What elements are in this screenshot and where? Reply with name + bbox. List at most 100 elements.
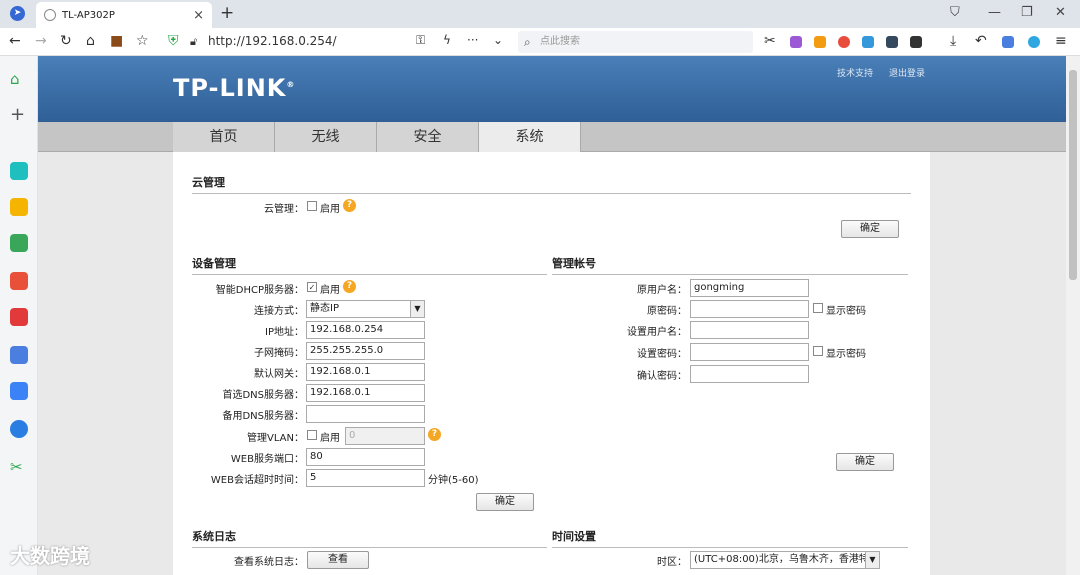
browser-nav-bar: ← → ↻ ⌂ ■ ☆ ⛨ 🔓︎ http://192.168.0.254/ ⚿… bbox=[0, 28, 1080, 56]
sidebar-video-icon[interactable] bbox=[10, 308, 28, 326]
download-icon[interactable]: ⤓ bbox=[950, 33, 956, 49]
flash-icon[interactable]: ϟ bbox=[443, 33, 451, 47]
old-pass-field[interactable] bbox=[690, 300, 809, 318]
dropdown-icon[interactable]: ⌄ bbox=[493, 33, 503, 47]
dns1-field[interactable]: 192.168.0.1 bbox=[306, 384, 425, 402]
page-scrollbar[interactable] bbox=[1066, 56, 1080, 575]
watermark: 大数跨境 bbox=[10, 544, 90, 568]
router-nav-tabs: 首页 无线 安全 系统 bbox=[38, 122, 1066, 152]
show-pass-checkbox[interactable] bbox=[813, 303, 823, 313]
confirm-pass-label: 确认密码： bbox=[637, 371, 687, 382]
account-confirm-button[interactable]: 确定 bbox=[836, 453, 894, 471]
extension-red-icon[interactable] bbox=[838, 36, 850, 48]
scrollbar-thumb[interactable] bbox=[1069, 70, 1077, 280]
syslog-view-button[interactable]: 查看 bbox=[307, 551, 369, 569]
vlan-field[interactable]: 0 bbox=[345, 427, 425, 445]
mask-label: 子网掩码： bbox=[254, 348, 304, 359]
insecure-icon[interactable]: 🔓︎ bbox=[190, 35, 197, 49]
conn-label: 连接方式： bbox=[254, 306, 304, 317]
reload-icon[interactable]: ↻ bbox=[60, 33, 72, 49]
show-new-pass-checkbox[interactable] bbox=[813, 346, 823, 356]
ip-field[interactable]: 192.168.0.254 bbox=[306, 321, 425, 339]
sidebar-image-icon[interactable] bbox=[10, 234, 28, 252]
ai-icon[interactable] bbox=[1002, 36, 1014, 48]
mail-icon[interactable] bbox=[862, 36, 874, 48]
extension-game-icon[interactable] bbox=[814, 36, 826, 48]
gateway-label: 默认网关： bbox=[254, 369, 304, 380]
show-pass-text: 显示密码 bbox=[826, 306, 866, 317]
web-timeout-field[interactable]: 5 bbox=[306, 469, 425, 487]
tab-system[interactable]: 系统 bbox=[479, 122, 581, 152]
sidebar-pdf-icon[interactable] bbox=[10, 272, 28, 290]
sidebar-star-icon[interactable] bbox=[10, 198, 28, 216]
cloud-label: 云管理： bbox=[264, 204, 304, 215]
logout-link[interactable]: 退出登录 bbox=[889, 66, 925, 79]
router-admin-page: TP-LINK® 技术支持 退出登录 首页 无线 安全 系统 云管理 云管理： … bbox=[38, 56, 1066, 575]
sidebar-scissors-icon[interactable]: ✂ bbox=[10, 458, 28, 476]
sidebar-home-icon[interactable]: ⌂ bbox=[10, 70, 28, 88]
web-port-label: WEB服务端口： bbox=[230, 454, 304, 465]
sidebar-translate-icon[interactable] bbox=[10, 420, 28, 438]
old-user-label: 原用户名： bbox=[637, 285, 687, 296]
old-user-field[interactable]: gongming bbox=[690, 279, 809, 297]
sidebar-add-icon[interactable]: + bbox=[10, 104, 28, 125]
mask-field[interactable]: 255.255.255.0 bbox=[306, 342, 425, 360]
browser-menu-icon[interactable]: ➤ bbox=[10, 6, 25, 21]
favorites-icon[interactable]: ☆ bbox=[136, 33, 149, 49]
forward-icon[interactable]: → bbox=[35, 33, 47, 49]
old-pass-label: 原密码： bbox=[647, 306, 687, 317]
new-pass-field[interactable] bbox=[690, 343, 809, 361]
dns2-label: 备用DNS服务器： bbox=[222, 411, 304, 422]
help-icon[interactable]: ? bbox=[343, 199, 356, 212]
shield-icon[interactable]: ⛨ bbox=[168, 33, 179, 49]
cloud-confirm-button[interactable]: 确定 bbox=[841, 220, 899, 238]
home-icon[interactable]: ⌂ bbox=[86, 33, 95, 49]
scissors-icon[interactable]: ✂ bbox=[764, 33, 776, 49]
dhcp-label: 智能DHCP服务器： bbox=[215, 285, 304, 296]
dhcp-enable-text: 启用 bbox=[320, 285, 340, 296]
help-icon[interactable]: ? bbox=[428, 428, 441, 441]
conn-select[interactable]: 静态IP ▼ bbox=[306, 300, 425, 318]
confirm-pass-field[interactable] bbox=[690, 365, 809, 383]
tab-wireless[interactable]: 无线 bbox=[275, 122, 377, 152]
device-confirm-button[interactable]: 确定 bbox=[476, 493, 534, 511]
new-user-field[interactable] bbox=[690, 321, 809, 339]
vlan-enable-checkbox[interactable] bbox=[307, 430, 317, 440]
tab-security[interactable]: 安全 bbox=[377, 122, 479, 152]
dhcp-enable-checkbox[interactable]: ✓ bbox=[307, 282, 317, 292]
address-bar[interactable]: http://192.168.0.254/ bbox=[208, 34, 337, 48]
tz-select[interactable]: (UTC+08:00)北京，乌鲁木齐，香港特别 ▼ bbox=[690, 551, 880, 569]
search-input[interactable]: ⌕ 点此搜索 bbox=[518, 31, 753, 53]
cloud-enable-checkbox[interactable] bbox=[307, 201, 317, 211]
support-link[interactable]: 技术支持 bbox=[837, 66, 873, 79]
new-user-label: 设置用户名： bbox=[627, 327, 687, 338]
undo-icon[interactable]: ↶ bbox=[975, 33, 987, 49]
menu-icon[interactable]: ≡ bbox=[1055, 33, 1067, 49]
new-tab-icon[interactable]: + bbox=[220, 3, 234, 23]
more-icon[interactable]: ··· bbox=[467, 33, 478, 47]
sidebar-app-teal-icon[interactable] bbox=[10, 162, 28, 180]
browser-tab[interactable]: TL-AP302P × bbox=[36, 2, 212, 28]
gateway-field[interactable]: 192.168.0.1 bbox=[306, 363, 425, 381]
restore-icon[interactable]: ❐ bbox=[1021, 5, 1033, 20]
edge-icon[interactable] bbox=[1028, 36, 1040, 48]
cloud-enable-text: 启用 bbox=[320, 204, 340, 215]
close-tab-icon[interactable]: × bbox=[193, 8, 204, 23]
screenshot-icon[interactable] bbox=[886, 36, 898, 48]
shirt-icon[interactable]: ⛉ bbox=[950, 5, 960, 20]
close-window-icon[interactable]: ✕ bbox=[1055, 5, 1066, 20]
back-icon[interactable]: ← bbox=[9, 33, 21, 49]
dns2-field[interactable] bbox=[306, 405, 425, 423]
extension-purple-icon[interactable] bbox=[790, 36, 802, 48]
web-port-field[interactable]: 80 bbox=[306, 448, 425, 466]
sidebar-edit-image-icon[interactable] bbox=[10, 346, 28, 364]
tz-label: 时区： bbox=[657, 557, 687, 568]
tab-home[interactable]: 首页 bbox=[173, 122, 275, 152]
briefcase-icon[interactable]: ■ bbox=[110, 33, 123, 49]
web-timeout-label: WEB会话超时时间： bbox=[210, 475, 304, 486]
minimize-icon[interactable]: — bbox=[988, 5, 1001, 20]
help-icon[interactable]: ? bbox=[343, 280, 356, 293]
puzzle-icon[interactable] bbox=[910, 36, 922, 48]
sidebar-doc-icon[interactable] bbox=[10, 382, 28, 400]
key-icon[interactable]: ⚿ bbox=[416, 33, 425, 48]
